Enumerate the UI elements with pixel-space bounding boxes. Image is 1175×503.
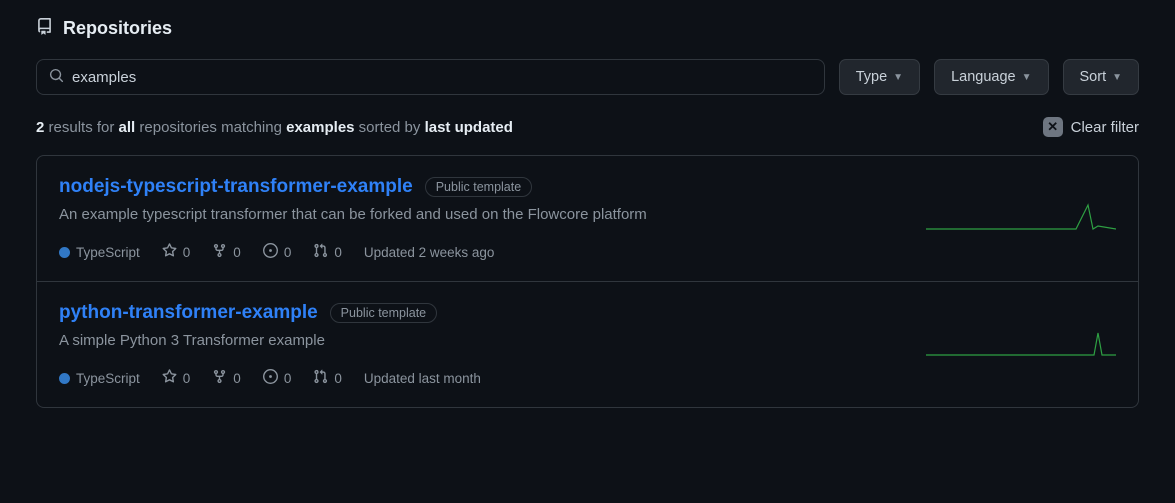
- stars-count[interactable]: 0: [162, 369, 191, 387]
- updated-time: Updated last month: [364, 371, 481, 386]
- search-input[interactable]: [64, 63, 812, 92]
- close-icon: ✕: [1043, 117, 1063, 137]
- repo-item: nodejs-typescript-transformer-example Pu…: [37, 156, 1138, 281]
- activity-sparkline: [926, 199, 1116, 239]
- issue-icon: [263, 369, 278, 387]
- language: TypeScript: [59, 245, 140, 260]
- fork-icon: [212, 243, 227, 261]
- page-title: Repositories: [63, 18, 172, 39]
- repo-meta: TypeScript 0 0 0 0 Updated 2 weeks ago: [59, 243, 896, 261]
- search-box[interactable]: [36, 59, 825, 95]
- summary-row: 2 results for all repositories matching …: [36, 117, 1139, 137]
- language: TypeScript: [59, 371, 140, 386]
- repo-link[interactable]: python-transformer-example: [59, 302, 318, 324]
- repo-list: nodejs-typescript-transformer-example Pu…: [36, 155, 1139, 408]
- repo-description: An example typescript transformer that c…: [59, 206, 896, 223]
- issues-count[interactable]: 0: [263, 243, 292, 261]
- star-icon: [162, 369, 177, 387]
- repo-link[interactable]: nodejs-typescript-transformer-example: [59, 176, 413, 198]
- visibility-badge: Public template: [330, 303, 437, 323]
- star-icon: [162, 243, 177, 261]
- repo-description: A simple Python 3 Transformer example: [59, 332, 896, 349]
- filter-label: Sort: [1080, 69, 1107, 85]
- forks-count[interactable]: 0: [212, 369, 241, 387]
- results-summary: 2 results for all repositories matching …: [36, 119, 513, 136]
- repo-meta: TypeScript 0 0 0 0 Updated last month: [59, 369, 896, 387]
- issues-count[interactable]: 0: [263, 369, 292, 387]
- pr-icon: [313, 243, 328, 261]
- caret-down-icon: ▼: [893, 72, 903, 83]
- controls-row: Type ▼ Language ▼ Sort ▼: [36, 59, 1139, 95]
- search-icon: [49, 68, 64, 87]
- filter-label: Type: [856, 69, 887, 85]
- type-filter-button[interactable]: Type ▼: [839, 59, 920, 95]
- stars-count[interactable]: 0: [162, 243, 191, 261]
- pr-icon: [313, 369, 328, 387]
- prs-count[interactable]: 0: [313, 369, 342, 387]
- language-filter-button[interactable]: Language ▼: [934, 59, 1048, 95]
- sort-filter-button[interactable]: Sort ▼: [1063, 59, 1140, 95]
- caret-down-icon: ▼: [1022, 72, 1032, 83]
- lang-dot: [59, 247, 70, 258]
- fork-icon: [212, 369, 227, 387]
- caret-down-icon: ▼: [1112, 72, 1122, 83]
- clear-filter-button[interactable]: ✕ Clear filter: [1043, 117, 1139, 137]
- repo-item: python-transformer-example Public templa…: [37, 281, 1138, 407]
- prs-count[interactable]: 0: [313, 243, 342, 261]
- visibility-badge: Public template: [425, 177, 532, 197]
- lang-dot: [59, 373, 70, 384]
- repo-icon: [36, 18, 53, 39]
- updated-time: Updated 2 weeks ago: [364, 245, 495, 260]
- page-header: Repositories: [36, 18, 1139, 39]
- activity-sparkline: [926, 325, 1116, 365]
- forks-count[interactable]: 0: [212, 243, 241, 261]
- issue-icon: [263, 243, 278, 261]
- clear-filter-label: Clear filter: [1071, 119, 1139, 136]
- filter-label: Language: [951, 69, 1016, 85]
